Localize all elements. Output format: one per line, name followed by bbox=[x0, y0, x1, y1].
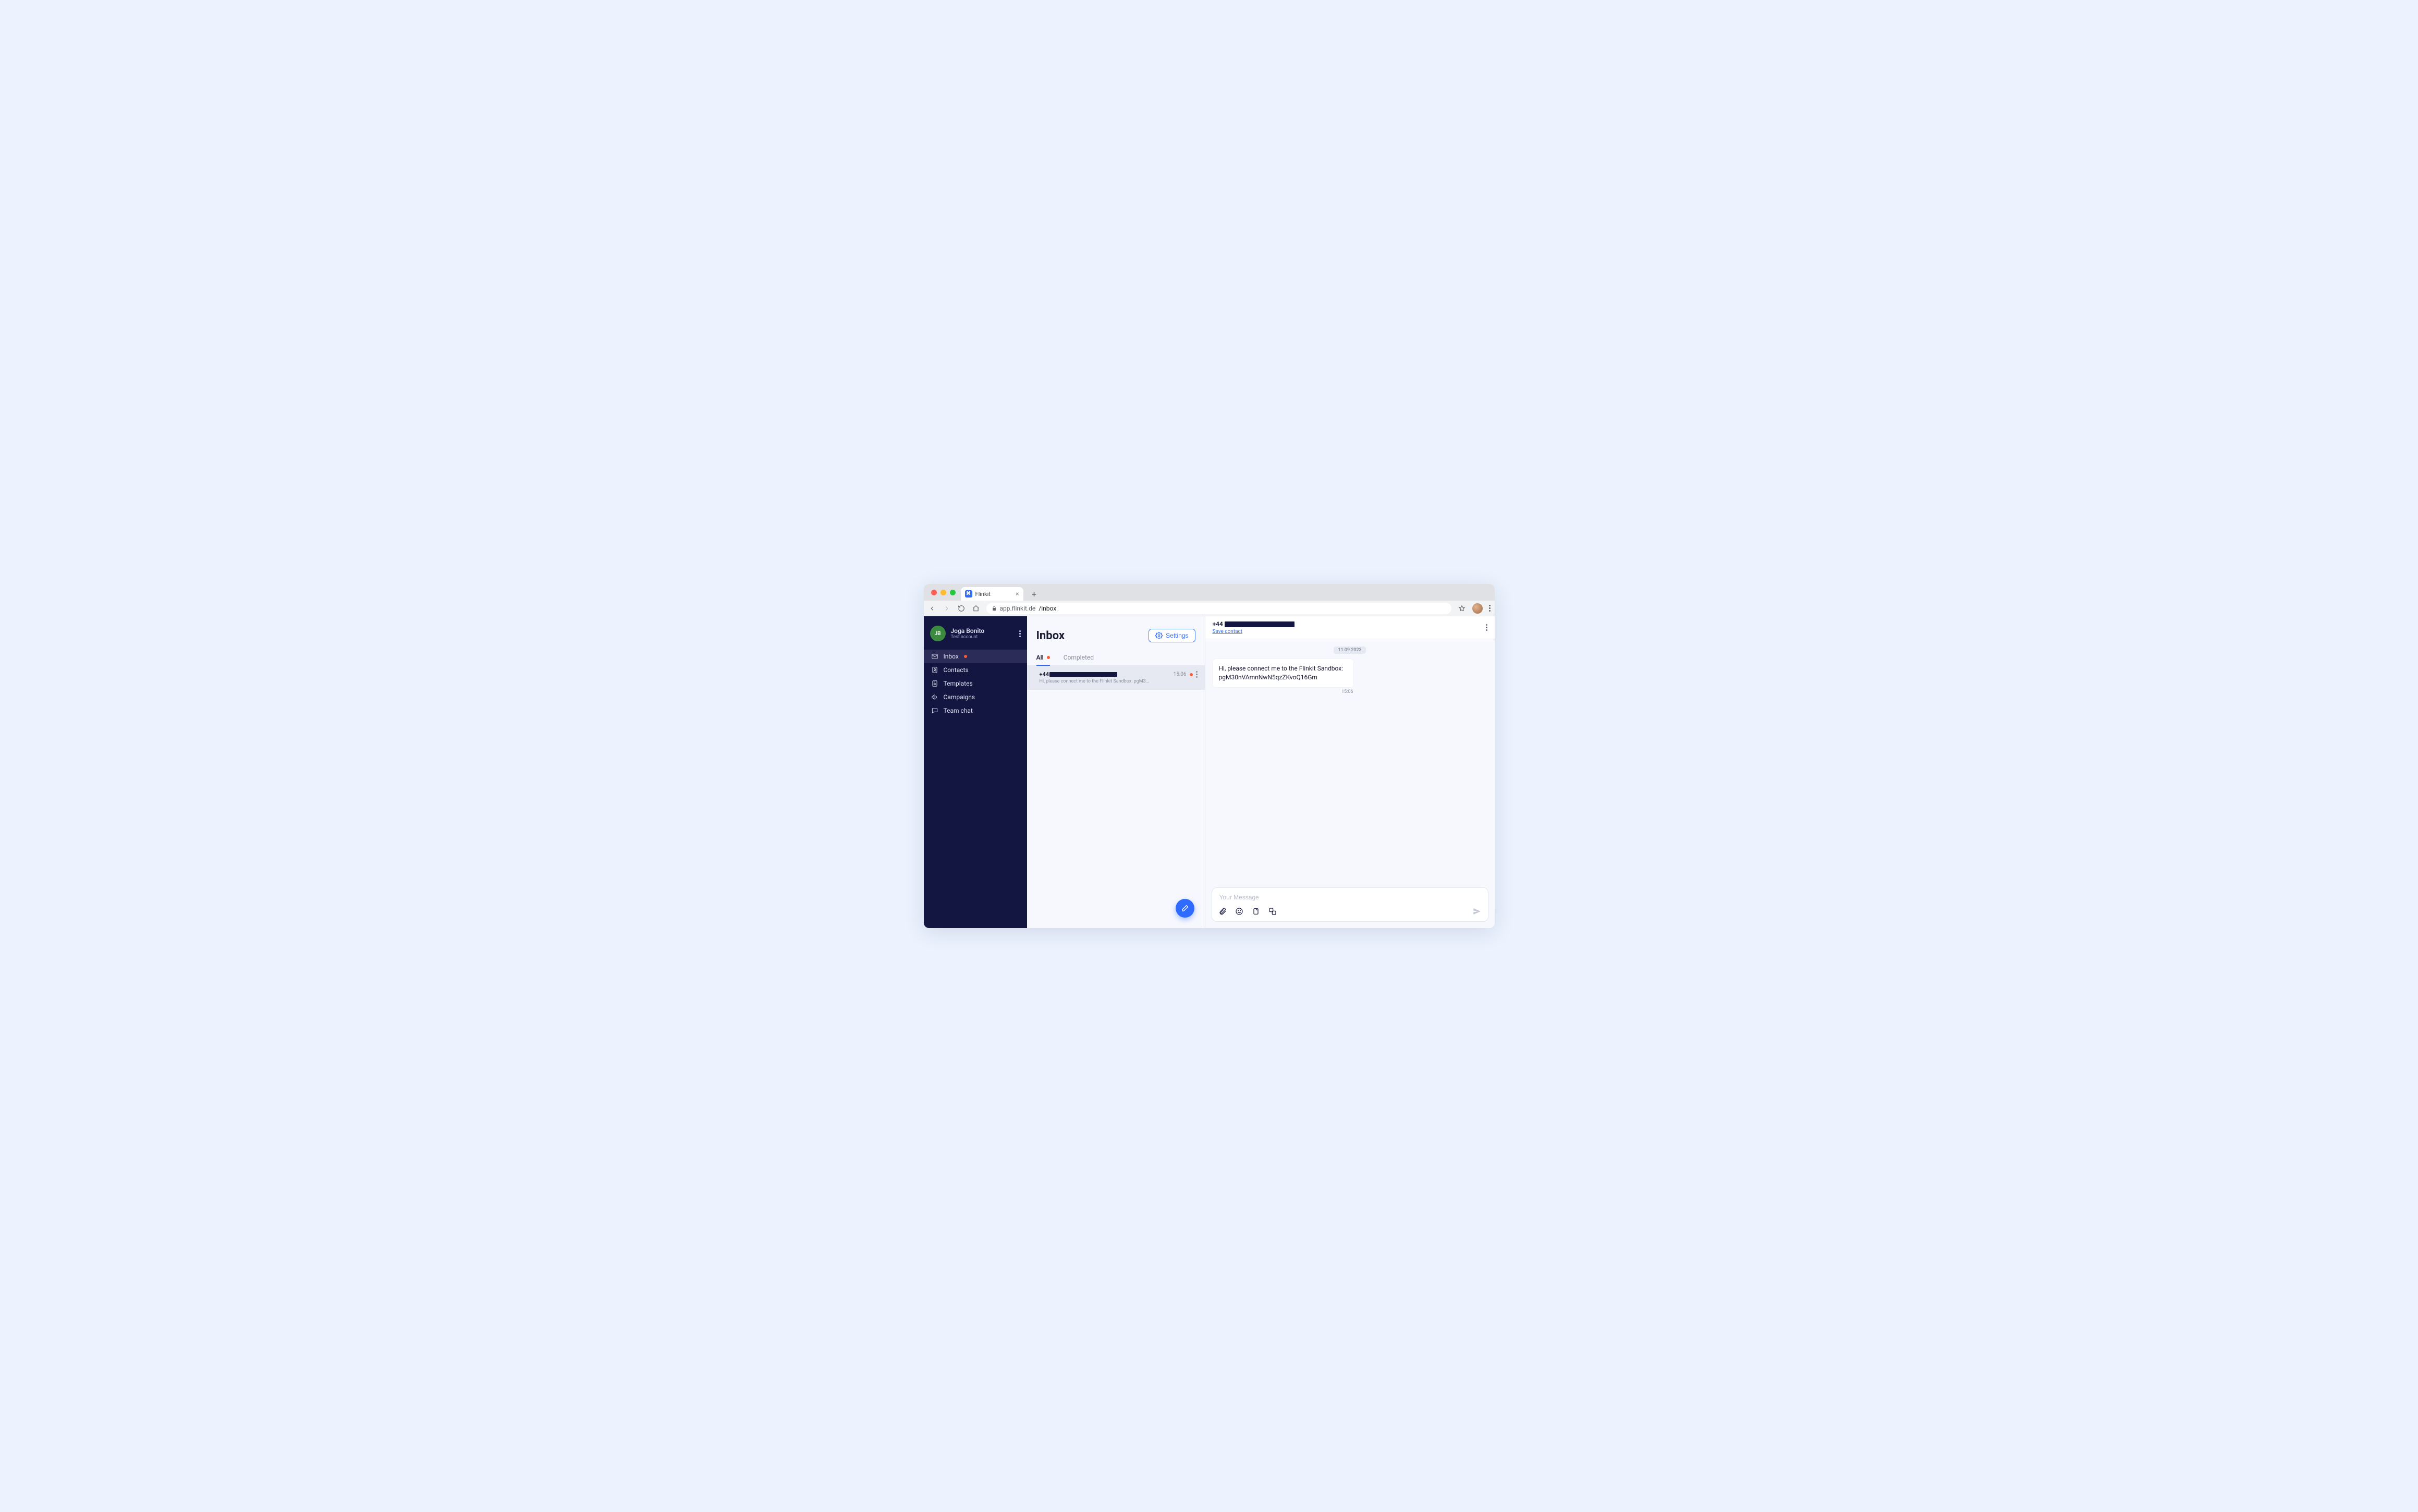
phone-prefix: +44 bbox=[1040, 671, 1049, 678]
user-subtitle: Test account bbox=[951, 635, 985, 640]
browser-menu-icon[interactable] bbox=[1489, 605, 1491, 612]
date-chip: 11.09.2023 bbox=[1334, 647, 1365, 654]
profile-avatar-icon[interactable] bbox=[1472, 603, 1483, 614]
chat-icon bbox=[931, 707, 938, 714]
compose-fab[interactable] bbox=[1176, 899, 1194, 918]
sidebar-item-team-chat[interactable]: Team chat bbox=[924, 704, 1027, 717]
sidebar-item-label: Inbox bbox=[944, 653, 959, 660]
conversation-time: 15:06 bbox=[1174, 672, 1187, 677]
mail-icon bbox=[931, 653, 938, 660]
tab-label: All bbox=[1036, 654, 1044, 661]
inbox-panel: Inbox Settings All Completed +44 bbox=[1027, 616, 1205, 928]
url-host: app.flinkit.de bbox=[1000, 605, 1036, 612]
browser-tab-strip: ⌘ Flinkit × + bbox=[924, 584, 1495, 601]
sidebar-item-label: Team chat bbox=[944, 707, 973, 714]
message-composer bbox=[1212, 887, 1488, 922]
nav-reload-icon[interactable] bbox=[957, 605, 966, 612]
url-path: /inbox bbox=[1039, 605, 1056, 612]
redacted-phone-icon bbox=[1049, 672, 1117, 677]
user-avatar[interactable]: JB bbox=[930, 626, 946, 641]
tab-label: Completed bbox=[1064, 654, 1094, 661]
tab-title: Flinkit bbox=[975, 591, 991, 598]
url-field[interactable]: app.flinkit.de/inbox bbox=[986, 603, 1451, 614]
nav-home-icon[interactable] bbox=[972, 605, 980, 612]
chat-menu-icon[interactable] bbox=[1486, 624, 1487, 631]
inbox-title: Inbox bbox=[1036, 629, 1065, 642]
nav-forward-icon[interactable] bbox=[943, 605, 951, 612]
tab-favicon-icon: ⌘ bbox=[965, 590, 972, 598]
sidebar-item-label: Contacts bbox=[944, 666, 969, 674]
message-bubble: Hi, please connect me to the Flinkit San… bbox=[1213, 659, 1353, 687]
sidebar: JB Joga Bonito Test account Inbox Contac… bbox=[924, 616, 1027, 928]
inbox-tabs: All Completed bbox=[1027, 650, 1205, 666]
emoji-icon[interactable] bbox=[1235, 907, 1243, 916]
chat-body[interactable]: 11.09.2023 Hi, please connect me to the … bbox=[1205, 639, 1495, 881]
gear-icon bbox=[1155, 632, 1163, 639]
redacted-phone-icon bbox=[1225, 621, 1295, 627]
app-root: JB Joga Bonito Test account Inbox Contac… bbox=[924, 616, 1495, 928]
sidebar-item-campaigns[interactable]: Campaigns bbox=[924, 690, 1027, 704]
new-tab-button[interactable]: + bbox=[1029, 588, 1040, 600]
send-icon[interactable] bbox=[1472, 907, 1482, 916]
pencil-icon bbox=[1181, 904, 1189, 912]
maximize-window-icon[interactable] bbox=[950, 590, 956, 595]
template-insert-icon[interactable] bbox=[1268, 907, 1277, 916]
browser-toolbar: app.flinkit.de/inbox bbox=[924, 601, 1495, 616]
template-icon bbox=[931, 680, 938, 687]
tab-close-icon[interactable]: × bbox=[1016, 591, 1019, 597]
sidebar-item-label: Templates bbox=[944, 680, 973, 687]
user-name: Joga Bonito bbox=[951, 627, 985, 635]
conversation-preview: Hi, please connect me to the Flinkit San… bbox=[1040, 679, 1154, 684]
nav-back-icon[interactable] bbox=[928, 605, 936, 612]
unread-dot-icon bbox=[1190, 673, 1193, 676]
bookmark-star-icon[interactable] bbox=[1458, 605, 1466, 612]
save-contact-link[interactable]: Save contact bbox=[1213, 629, 1295, 635]
sidebar-item-inbox[interactable]: Inbox bbox=[924, 650, 1027, 663]
contacts-icon bbox=[931, 666, 938, 674]
chat-contact-name: +44 bbox=[1213, 620, 1295, 628]
composer-toolbar bbox=[1218, 907, 1482, 916]
tab-completed[interactable]: Completed bbox=[1064, 650, 1094, 665]
close-window-icon[interactable] bbox=[931, 590, 937, 595]
notification-dot-icon bbox=[964, 655, 967, 658]
settings-button[interactable]: Settings bbox=[1149, 629, 1195, 642]
message-input[interactable] bbox=[1218, 893, 1482, 901]
sidebar-header: JB Joga Bonito Test account bbox=[924, 623, 1027, 650]
note-icon[interactable] bbox=[1252, 907, 1260, 916]
conversation-item[interactable]: +44 15:06 Hi, please connect me to the F… bbox=[1027, 666, 1205, 690]
notification-dot-icon bbox=[1047, 656, 1050, 659]
settings-button-label: Settings bbox=[1166, 632, 1188, 639]
conversation-menu-icon[interactable] bbox=[1196, 671, 1198, 678]
sidebar-menu-icon[interactable] bbox=[1019, 630, 1021, 637]
window-controls[interactable] bbox=[928, 584, 956, 601]
inbox-header: Inbox Settings bbox=[1027, 616, 1205, 650]
sidebar-item-templates[interactable]: Templates bbox=[924, 677, 1027, 690]
conversation-name: +44 bbox=[1040, 671, 1118, 678]
message-time: 15:06 bbox=[1213, 689, 1353, 694]
browser-tab[interactable]: ⌘ Flinkit × bbox=[961, 587, 1023, 601]
tab-all[interactable]: All bbox=[1036, 650, 1050, 665]
attachment-icon[interactable] bbox=[1218, 907, 1227, 916]
browser-window: ⌘ Flinkit × + app.flinkit.de/inbox JB Jo bbox=[924, 584, 1495, 928]
sidebar-nav: Inbox Contacts Templates Campaigns bbox=[924, 650, 1027, 717]
chat-header: +44 Save contact bbox=[1205, 616, 1495, 639]
lock-icon bbox=[992, 606, 997, 611]
minimize-window-icon[interactable] bbox=[941, 590, 946, 595]
megaphone-icon bbox=[931, 693, 938, 701]
chat-panel: +44 Save contact 11.09.2023 Hi, please c… bbox=[1205, 616, 1495, 928]
phone-prefix: +44 bbox=[1213, 620, 1223, 628]
sidebar-item-label: Campaigns bbox=[944, 693, 975, 701]
sidebar-item-contacts[interactable]: Contacts bbox=[924, 663, 1027, 677]
